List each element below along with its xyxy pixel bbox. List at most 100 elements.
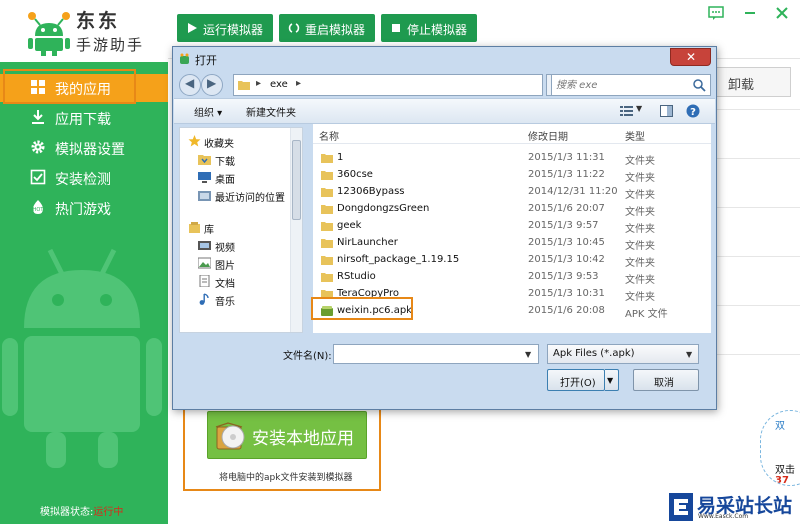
file-row[interactable]: RStudio 2015/1/3 9:53 文件夹 <box>313 269 711 286</box>
chevron-down-icon[interactable]: ▼ <box>525 350 531 359</box>
back-button[interactable]: ◀ <box>179 74 201 96</box>
file-type-select[interactable]: Apk Files (*.apk) ▼ <box>547 344 699 364</box>
file-row[interactable]: 360cse 2015/1/3 11:22 文件夹 <box>313 167 711 184</box>
tree-item-music[interactable]: 音乐 <box>180 290 302 308</box>
scrollbar-thumb[interactable] <box>292 140 301 220</box>
sidebar-item-hot-games[interactable]: HOT 热门游戏 <box>0 194 168 222</box>
address-bar[interactable]: ▸ exe ▸ ▼ <box>233 74 591 96</box>
logo-area: 东东 手游助手 <box>0 0 168 62</box>
tree-item-videos[interactable]: 视频 <box>180 236 302 254</box>
close-icon[interactable] <box>772 3 792 23</box>
file-date: 2015/1/3 10:42 <box>528 254 605 265</box>
column-header-type[interactable]: 类型 <box>625 128 645 143</box>
breadcrumb[interactable]: exe <box>270 79 288 90</box>
stop-emulator-button[interactable]: 停止模拟器 <box>381 14 477 42</box>
file-row[interactable]: NirLauncher 2015/1/3 10:45 文件夹 <box>313 235 711 252</box>
watermark: 易采站长站 Www.Easck.Com <box>666 492 800 524</box>
folder-icon <box>321 154 333 163</box>
forward-button[interactable]: ▶ <box>201 74 223 96</box>
help-icon[interactable]: ? <box>686 104 700 118</box>
open-options-dropdown[interactable]: ▼ <box>605 369 619 391</box>
file-row[interactable]: DongdongzsGreen 2015/1/6 20:07 文件夹 <box>313 201 711 218</box>
gear-icon <box>31 140 45 154</box>
tree-item-recent[interactable]: 最近访问的位置 <box>180 186 302 204</box>
stop-emulator-label: 停止模拟器 <box>407 23 468 37</box>
open-button[interactable]: 打开(O) <box>547 369 605 391</box>
divider <box>715 158 800 159</box>
run-emulator-button[interactable]: 运行模拟器 <box>177 14 273 42</box>
emulator-status: 模拟器状态:运行中 <box>40 503 123 518</box>
folder-icon <box>321 239 333 248</box>
restart-icon <box>288 23 300 33</box>
file-row[interactable]: geek 2015/1/3 9:57 文件夹 <box>313 218 711 235</box>
logo-subtitle: 手游助手 <box>76 36 145 54</box>
divider <box>715 354 800 355</box>
filename-field[interactable]: ▼ <box>333 344 539 364</box>
tree-scrollbar[interactable] <box>290 128 302 332</box>
download-icon <box>32 110 44 124</box>
chevron-down-icon: ▼ <box>607 376 614 385</box>
restart-emulator-button[interactable]: 重启模拟器 <box>279 14 375 42</box>
sidebar-item-install-check[interactable]: 安装检测 <box>0 164 168 192</box>
file-date: 2015/1/3 10:31 <box>528 288 605 299</box>
dialog-close-button[interactable]: ✕ <box>670 48 711 66</box>
android-logo-icon <box>28 12 70 56</box>
download-folder-icon <box>198 155 211 165</box>
sidebar-item-label: 模拟器设置 <box>55 142 125 158</box>
uninstall-button[interactable]: 卸载 <box>715 67 791 97</box>
file-name: nirsoft_package_1.19.15 <box>337 254 460 265</box>
view-options-icon[interactable] <box>620 105 633 117</box>
file-type: 文件夹 <box>625 156 655 167</box>
video-icon <box>198 241 211 250</box>
sidebar-item-app-download[interactable]: 应用下载 <box>0 104 168 132</box>
cancel-button[interactable]: 取消 <box>633 369 699 391</box>
search-input[interactable] <box>556 77 686 93</box>
organize-button[interactable]: 组织 ▾ <box>194 104 222 119</box>
tree-item-download[interactable]: 下载 <box>180 150 302 168</box>
chevron-down-icon[interactable]: ▼ <box>636 104 642 113</box>
column-header-modified[interactable]: 修改日期 <box>528 128 568 143</box>
folder-icon <box>238 81 250 90</box>
tree-item-desktop[interactable]: 桌面 <box>180 168 302 186</box>
library-icon <box>189 222 200 233</box>
file-type: 文件夹 <box>625 173 655 184</box>
star-icon <box>188 135 201 147</box>
file-row[interactable]: nirsoft_package_1.19.15 2015/1/3 10:42 文… <box>313 252 711 269</box>
document-icon <box>199 275 210 287</box>
tree-item-label: 桌面 <box>215 175 235 186</box>
promo-badge[interactable]: 双 双击 37 <box>760 410 800 486</box>
file-type: 文件夹 <box>625 258 655 269</box>
tree-item-library[interactable]: 库 <box>180 218 302 236</box>
folder-icon <box>321 205 333 214</box>
folder-icon <box>321 222 333 231</box>
tree-item-pictures[interactable]: 图片 <box>180 254 302 272</box>
minimize-icon[interactable] <box>740 3 760 23</box>
file-date: 2015/1/6 20:08 <box>528 305 605 316</box>
file-row[interactable]: 1 2015/1/3 11:31 文件夹 <box>313 150 711 167</box>
file-row[interactable]: 12306Bypass 2014/12/31 11:20 文件夹 <box>313 184 711 201</box>
preview-pane-icon[interactable] <box>660 105 673 117</box>
install-hint: 将电脑中的apk文件安装到模拟器 <box>219 473 353 483</box>
android-mascot-icon <box>2 248 162 468</box>
filename-input[interactable] <box>337 347 517 361</box>
tree-item-favorites[interactable]: 收藏夹 <box>180 132 302 150</box>
arrow-left-icon: ◀ <box>185 76 195 90</box>
dialog-title-bar: 打开 ✕ <box>173 47 716 71</box>
file-name: 360cse <box>337 169 373 180</box>
uninstall-label: 卸载 <box>728 78 755 93</box>
divider <box>715 305 800 306</box>
desktop-icon <box>198 172 211 183</box>
tree-item-label: 文档 <box>215 279 235 290</box>
tree-item-label: 收藏夹 <box>204 139 234 150</box>
watermark-logo-icon <box>669 493 693 521</box>
column-header-name[interactable]: 名称 <box>319 128 339 143</box>
feedback-icon[interactable] <box>706 3 726 23</box>
new-folder-button[interactable]: 新建文件夹 <box>246 104 296 119</box>
file-type: 文件夹 <box>625 190 655 201</box>
install-local-app-button[interactable]: 安装本地应用 <box>207 411 367 459</box>
sidebar-item-emulator-settings[interactable]: 模拟器设置 <box>0 134 168 162</box>
check-icon <box>30 169 46 185</box>
tree-item-documents[interactable]: 文档 <box>180 272 302 290</box>
search-box[interactable] <box>551 74 711 96</box>
file-date: 2015/1/3 9:57 <box>528 220 599 231</box>
